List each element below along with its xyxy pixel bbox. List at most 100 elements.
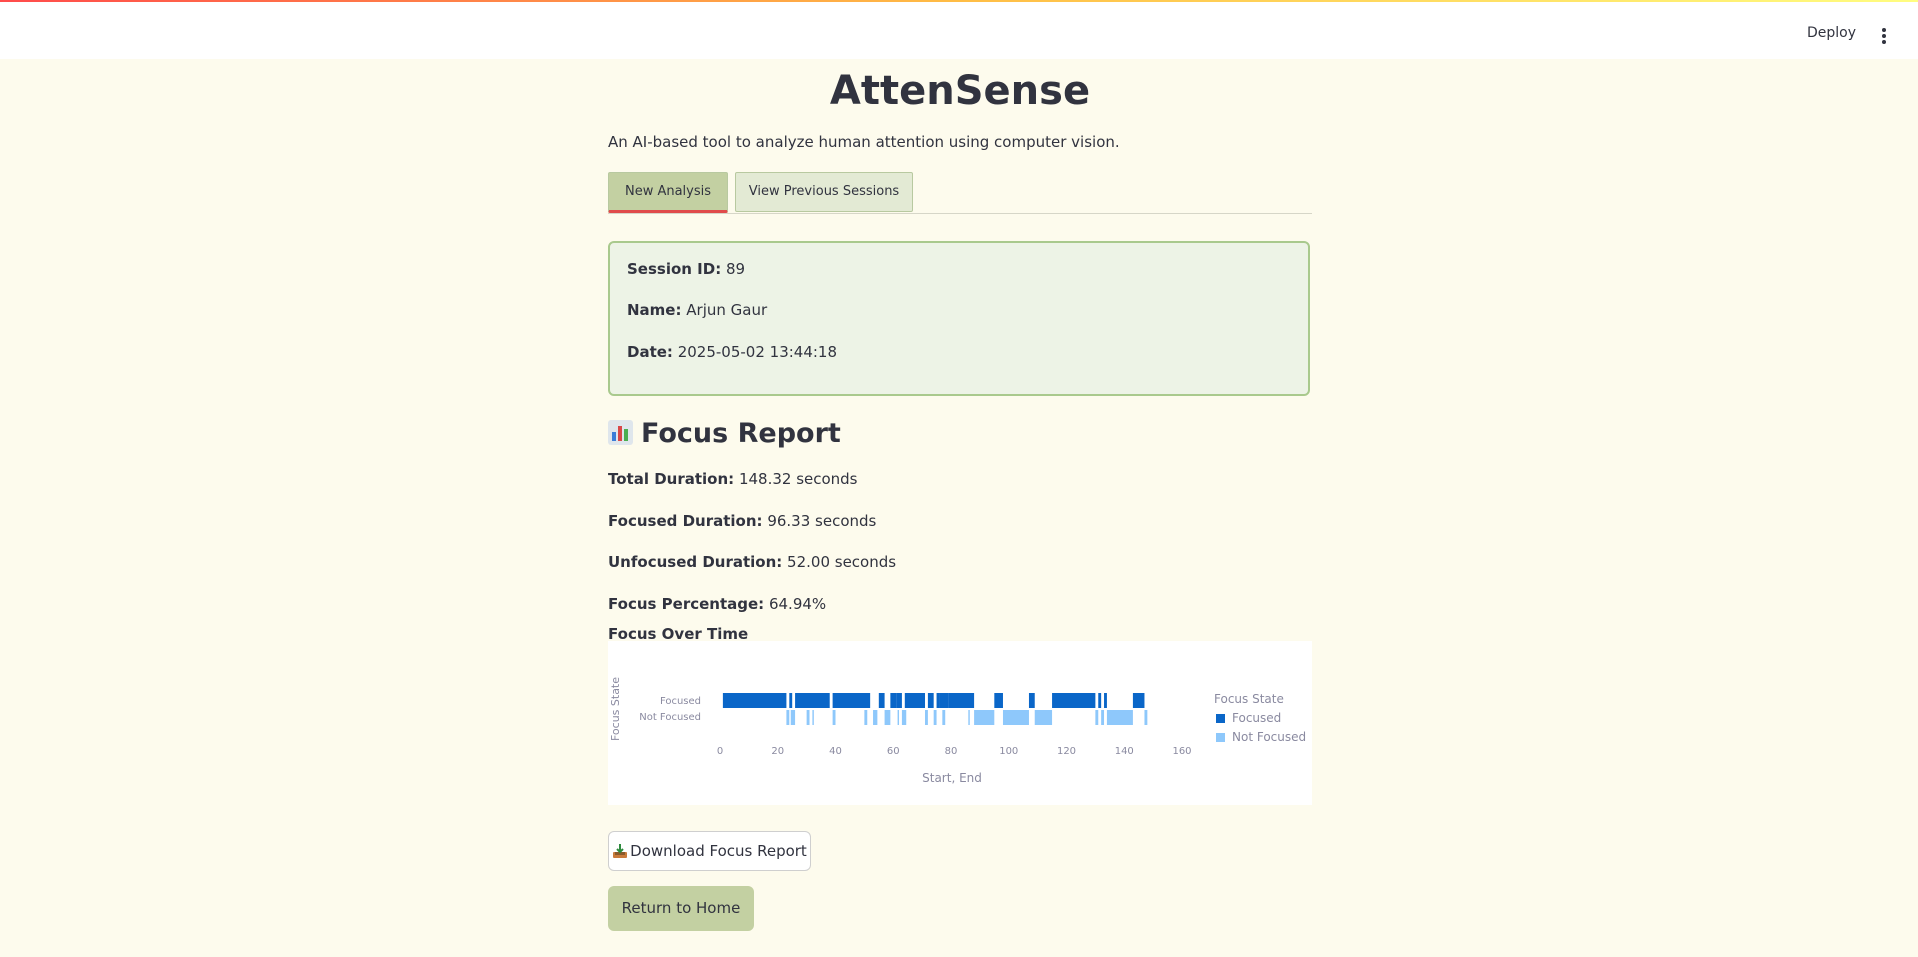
session-info-box: Session ID: 89 Name: Arjun Gaur Date: 20… (608, 241, 1310, 396)
tab-bar: New Analysis View Previous Sessions (608, 172, 1312, 214)
vertical-dots-icon[interactable] (1882, 28, 1886, 44)
x-tick-label: 40 (829, 746, 842, 757)
y-category-focused: Focused (660, 696, 701, 707)
unfocused-duration-label: Unfocused Duration: (608, 553, 783, 571)
not-focused-interval-bar (933, 710, 937, 725)
not-focused-interval-bar (897, 710, 900, 725)
session-id-label: Session ID: (627, 260, 722, 278)
focused-interval-bar (789, 693, 793, 708)
session-id-value: 89 (726, 260, 746, 278)
page-title: AttenSense (829, 68, 1091, 114)
not-focused-interval-bar (942, 710, 946, 725)
x-tick-label: 60 (887, 746, 900, 757)
focused-interval-bar (994, 693, 1003, 708)
focused-interval-bar (896, 693, 902, 708)
session-date-label: Date: (627, 343, 673, 361)
focused-interval-bar (927, 693, 934, 708)
inbox-tray-icon (613, 844, 628, 858)
unfocused-duration-value: 52.00 seconds (787, 553, 897, 571)
session-name-row: Name: Arjun Gaur (627, 301, 767, 319)
x-axis-title: Start, End (922, 771, 982, 785)
tab-new-analysis[interactable]: New Analysis (608, 172, 728, 213)
y-axis-title-group: Focus State (609, 677, 622, 741)
focus-report-heading: Focus Report (608, 418, 841, 449)
not-focused-interval-bar (1034, 710, 1053, 725)
legend-label-focused: Focused (1232, 711, 1281, 725)
x-tick-label: 80 (945, 746, 958, 757)
focused-duration-row: Focused Duration: 96.33 seconds (608, 512, 876, 530)
deploy-button[interactable]: Deploy (1807, 25, 1856, 41)
x-tick-label: 0 (717, 746, 723, 757)
page-subtitle: An AI-based tool to analyze human attent… (608, 133, 1120, 151)
focused-interval-bar (939, 693, 949, 708)
focus-report-title: Focus Report (641, 418, 841, 449)
focused-interval-bar (1098, 693, 1102, 708)
chart-title: Focus Over Time (608, 625, 1312, 643)
not-focused-interval-bar (873, 710, 878, 725)
focused-interval-bar (936, 693, 940, 708)
focused-interval-bar (1052, 693, 1096, 708)
focused-interval-bar (795, 693, 830, 708)
return-to-home-button[interactable]: Return to Home (608, 886, 754, 931)
not-focused-interval-bar (812, 710, 814, 725)
focused-interval-bar (1132, 693, 1145, 708)
total-duration-row: Total Duration: 148.32 seconds (608, 470, 858, 488)
session-name-label: Name: (627, 301, 682, 319)
bar-chart-icon (608, 420, 633, 445)
x-tick-label: 20 (771, 746, 784, 757)
not-focused-interval-bar (974, 710, 995, 725)
focused-interval-bar (904, 693, 926, 708)
y-axis-title: Focus State (609, 677, 622, 741)
legend-label-not-focused: Not Focused (1232, 730, 1306, 744)
not-focused-interval-bar (786, 710, 790, 725)
focused-duration-value: 96.33 seconds (767, 512, 877, 530)
not-focused-interval-bar (806, 710, 810, 725)
not-focused-interval-bar (1002, 710, 1029, 725)
legend-swatch-not-focused (1216, 733, 1225, 742)
legend-title: Focus State (1214, 692, 1284, 706)
focused-interval-bar (1104, 693, 1107, 708)
focus-chart-container: Focus Over Time Focus State Focused Not … (608, 625, 1312, 805)
not-focused-interval-bar (790, 710, 796, 725)
not-focused-interval-bar (1106, 710, 1133, 725)
legend-swatch-focused (1216, 714, 1225, 723)
focus-over-time-chart: Focus State Focused Not Focused 0 20 40 60 8… (609, 677, 1306, 785)
unfocused-duration-row: Unfocused Duration: 52.00 seconds (608, 553, 896, 571)
not-focused-interval-bar (864, 710, 868, 725)
not-focused-interval-bar (884, 710, 891, 725)
focused-interval-bar (1028, 693, 1035, 708)
main-content: AttenSense An AI-based tool to analyze h… (608, 60, 1312, 931)
focus-percentage-value: 64.94% (768, 595, 827, 613)
not-focused-interval-bar (832, 710, 836, 725)
session-date-value: 2025-05-02 13:44:18 (677, 343, 838, 361)
app-header: Deploy (0, 2, 1918, 59)
session-name-value: Arjun Gaur (686, 301, 768, 319)
focused-interval-bar (890, 693, 897, 708)
not-focused-interval-bar (1095, 710, 1099, 725)
not-focused-interval-bar (901, 710, 907, 725)
session-id-row: Session ID: 89 (627, 260, 745, 278)
focused-duration-label: Focused Duration: (608, 512, 763, 530)
focus-percentage-label: Focus Percentage: (608, 595, 765, 613)
x-tick-label: 120 (1057, 746, 1076, 757)
tab-view-previous-sessions[interactable]: View Previous Sessions (735, 172, 913, 212)
focus-percentage-row: Focus Percentage: 64.94% (608, 595, 826, 613)
total-duration-label: Total Duration: (608, 470, 735, 488)
focused-interval-bar (878, 693, 885, 708)
download-button-label: Download Focus Report (630, 842, 807, 860)
not-focused-interval-bar (1101, 710, 1105, 725)
not-focused-interval-bar (1144, 710, 1148, 725)
focused-interval-bar (948, 693, 975, 708)
not-focused-interval-bar (968, 710, 970, 725)
chart-bars (722, 693, 1148, 725)
focused-interval-bar (832, 693, 871, 708)
x-tick-label: 100 (999, 746, 1018, 757)
not-focused-interval-bar (925, 710, 928, 725)
session-date-row: Date: 2025-05-02 13:44:18 (627, 343, 837, 361)
chart-x-ticks: 0 20 40 60 80 100 120 140 160 (717, 746, 1192, 757)
focused-interval-bar (722, 693, 787, 708)
download-focus-report-button[interactable]: Download Focus Report (608, 831, 811, 871)
total-duration-value: 148.32 seconds (738, 470, 858, 488)
x-tick-label: 140 (1115, 746, 1134, 757)
x-tick-label: 160 (1172, 746, 1191, 757)
